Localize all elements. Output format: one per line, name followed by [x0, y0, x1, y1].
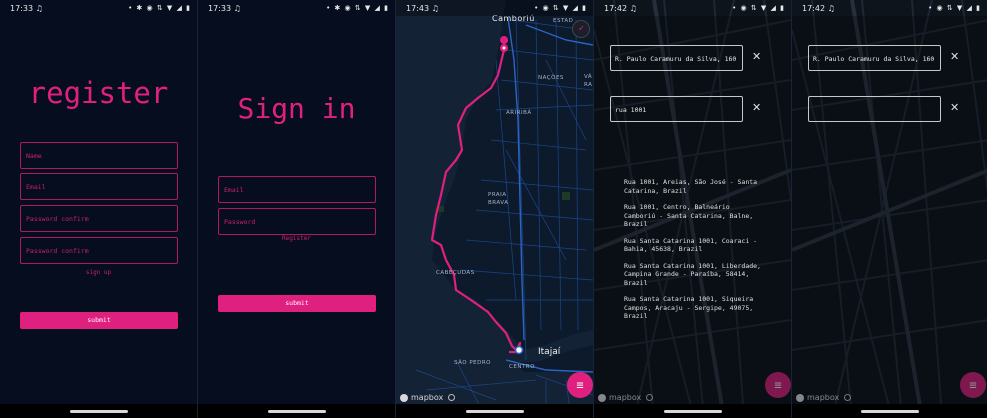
status-time: 17:33 — [208, 3, 232, 13]
suggestion-item[interactable]: Rua Santa Catarina 1001, Coaraci - Bahia… — [624, 237, 764, 254]
music-note-icon: ♫ — [827, 3, 835, 13]
destination-input[interactable]: rua 1001 — [610, 96, 743, 122]
mapbox-attribution[interactable]: mapbox — [400, 393, 456, 402]
mapbox-logo-icon — [598, 393, 606, 402]
map-screen: Camboriú ESTAD NAÇÕES VÁ RA ARIRIBÁ PRAI… — [396, 0, 593, 418]
search-empty-screen: 17:42 ♫ • ◉ ⇅ ▼ ◢ ▮ R. Paulo Caramuru da… — [792, 0, 987, 418]
status-icons: • ◉ ⇅ ▼ ◢ ▮ — [534, 4, 587, 12]
nav-bar — [396, 404, 593, 418]
menu-icon: ≡ — [576, 378, 584, 392]
status-icons: • ◉ ⇅ ▼ ◢ ▮ — [928, 4, 981, 12]
home-gesture-handle[interactable] — [860, 410, 919, 413]
map-label: Itajaí — [538, 347, 561, 357]
suggestion-item[interactable]: Rua 1001, Areias, São José - Santa Catar… — [624, 178, 764, 195]
map-label: VÁ — [584, 74, 593, 80]
search-screen: 17:42 ♫ • ◉ ⇅ ▼ ◢ ▮ R. Paulo Caramuru da… — [594, 0, 791, 418]
status-time: 17:33 — [10, 3, 34, 13]
status-icons: • ◉ ⇅ ▼ ◢ ▮ — [732, 4, 785, 12]
clear-destination-close-icon[interactable]: ✕ — [950, 101, 959, 114]
suggestion-item[interactable]: Rua Santa Catarina 1001, Siqueira Campos… — [624, 295, 764, 321]
mapbox-logo-icon — [400, 393, 408, 402]
menu-button[interactable]: ≡ — [765, 372, 791, 398]
clear-destination-close-icon[interactable]: ✕ — [752, 101, 761, 114]
status-bar: 17:43 ♫ • ◉ ⇅ ▼ ◢ ▮ — [396, 0, 593, 16]
destination-input[interactable] — [808, 96, 941, 122]
submit-button[interactable]: submit — [20, 312, 178, 329]
nav-bar — [198, 404, 395, 418]
music-note-icon: ♫ — [629, 3, 637, 13]
mapbox-wordmark: mapbox — [609, 393, 642, 402]
mapbox-attribution[interactable]: mapbox — [796, 393, 852, 402]
menu-icon: ≡ — [969, 378, 977, 392]
status-icons: • ✱ ◉ ⇅ ▼ ◢ ▮ — [128, 4, 191, 12]
submit-button[interactable]: submit — [218, 295, 376, 312]
status-bar: 17:42 ♫ • ◉ ⇅ ▼ ◢ ▮ — [792, 0, 987, 16]
map-label: BRAVA — [488, 200, 509, 206]
home-gesture-handle[interactable] — [267, 410, 326, 413]
map-label: ARIRIBÁ — [506, 110, 532, 116]
email-field[interactable]: Email — [20, 173, 178, 200]
status-icons: • ✱ ◉ ⇅ ▼ ◢ ▮ — [326, 4, 389, 12]
map-label: NAÇÕES — [538, 75, 564, 81]
register-screen: 17:33 ♫ • ✱ ◉ ⇅ ▼ ◢ ▮ register Name Emai… — [0, 0, 197, 418]
register-link[interactable]: Register — [198, 235, 395, 242]
map-label: ESTAD — [553, 18, 574, 24]
suggestion-list: Rua 1001, Areias, São José - Santa Catar… — [624, 178, 764, 329]
password-field[interactable]: Password — [218, 208, 376, 235]
overlay — [792, 16, 987, 404]
home-gesture-handle[interactable] — [465, 410, 524, 413]
info-icon[interactable] — [844, 394, 852, 401]
status-time: 17:42 — [604, 3, 628, 13]
map-label: CENTRO — [509, 364, 535, 370]
mapbox-logo-icon — [796, 393, 804, 402]
suggestion-item[interactable]: Rua Santa Catarina 1001, Liberdade, Camp… — [624, 262, 764, 288]
name-field[interactable]: Name — [20, 142, 178, 169]
status-bar: 17:33 ♫ • ✱ ◉ ⇅ ▼ ◢ ▮ — [198, 0, 395, 16]
clear-origin-close-icon[interactable]: ✕ — [950, 50, 959, 63]
password-field[interactable]: Password confirm — [20, 205, 178, 232]
home-gesture-handle[interactable] — [663, 410, 722, 413]
menu-button[interactable]: ≡ — [567, 372, 593, 398]
clear-origin-close-icon[interactable]: ✕ — [752, 50, 761, 63]
suggestion-item[interactable]: Rua 1001, Centro, Balneário Camboriú - S… — [624, 203, 764, 229]
page-title: register — [28, 76, 169, 110]
signin-screen: 17:33 ♫ • ✱ ◉ ⇅ ▼ ◢ ▮ Sign in Email Pass… — [198, 0, 395, 418]
nav-bar — [0, 404, 197, 418]
map-label: CABEÇUDAS — [436, 270, 475, 276]
menu-icon: ≡ — [774, 378, 782, 392]
mapbox-attribution[interactable]: mapbox — [598, 393, 654, 402]
end-marker-icon — [514, 345, 524, 355]
music-note-icon: ♫ — [35, 3, 43, 13]
nav-bar — [594, 404, 791, 418]
info-icon[interactable] — [646, 394, 654, 401]
info-icon[interactable] — [448, 394, 456, 401]
status-time: 17:42 — [802, 3, 826, 13]
menu-button[interactable]: ≡ — [960, 372, 986, 398]
sign-up-link[interactable]: sign up — [0, 269, 197, 276]
home-gesture-handle[interactable] — [69, 410, 128, 413]
mapbox-wordmark: mapbox — [411, 393, 444, 402]
compass-icon[interactable]: ➶ — [572, 20, 590, 38]
email-field[interactable]: Email — [218, 176, 376, 203]
nav-bar — [792, 404, 987, 418]
music-note-icon: ♫ — [233, 3, 241, 13]
map-label: SÃO PEDRO — [454, 360, 492, 366]
origin-input[interactable]: R. Paulo Caramuru da Silva, 160 — [808, 45, 941, 71]
music-note-icon: ♫ — [431, 3, 439, 13]
status-bar: 17:42 ♫ • ◉ ⇅ ▼ ◢ ▮ — [594, 0, 791, 16]
page-title: Sign in — [237, 92, 356, 125]
map-label: PRAIA — [488, 192, 507, 198]
status-time: 17:43 — [406, 3, 430, 13]
password-confirm-field[interactable]: Password confirm — [20, 237, 178, 264]
origin-input[interactable]: R. Paulo Caramuru da Silva, 160 — [610, 45, 743, 71]
map-view[interactable] — [396, 0, 593, 418]
status-bar: 17:33 ♫ • ✱ ◉ ⇅ ▼ ◢ ▮ — [0, 0, 197, 16]
map-label: RA — [584, 82, 593, 88]
mapbox-wordmark: mapbox — [807, 393, 840, 402]
